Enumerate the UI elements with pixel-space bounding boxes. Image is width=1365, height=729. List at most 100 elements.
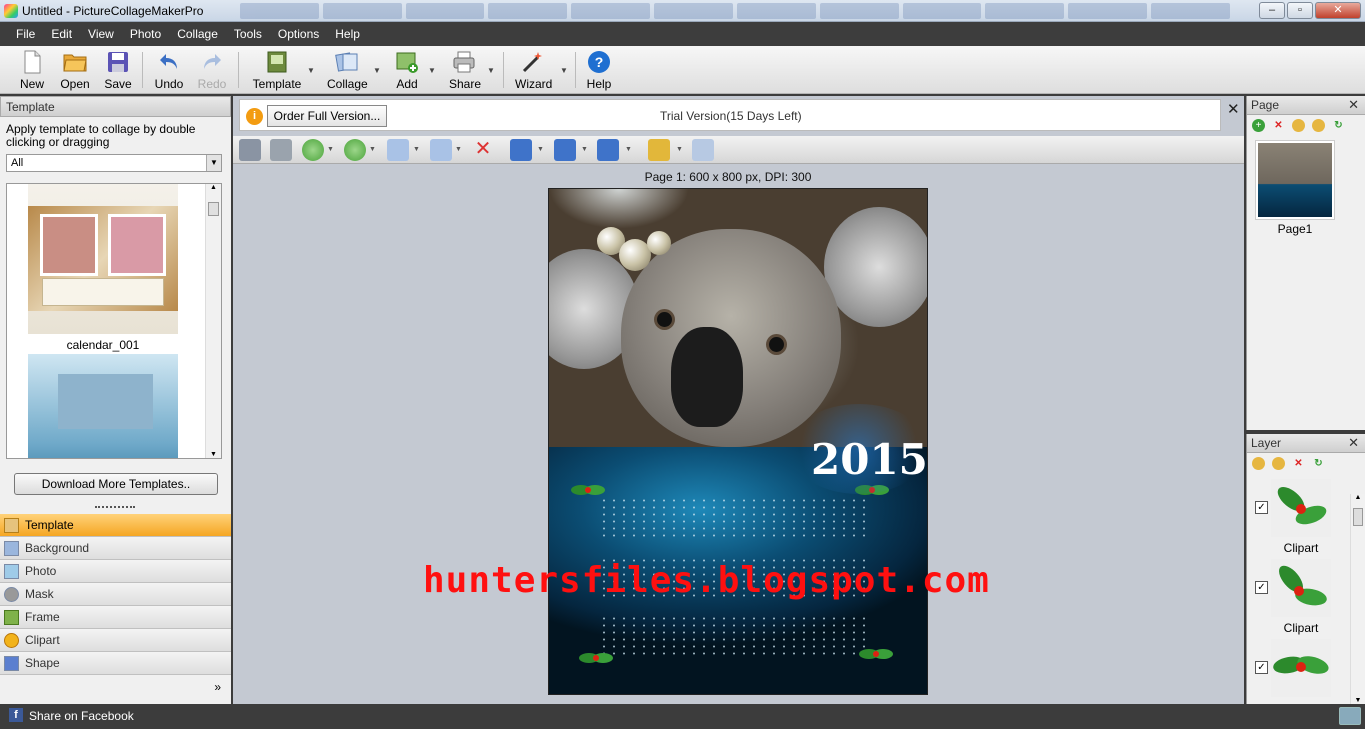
layer-thumbnail[interactable] <box>1271 479 1331 537</box>
layer-visibility-checkbox[interactable]: ✓ <box>1255 501 1268 514</box>
refresh-icon[interactable]: ↻ <box>1332 119 1345 132</box>
chevron-down-icon[interactable]: ▼ <box>327 146 334 153</box>
layer-thumbnail[interactable] <box>1271 559 1331 617</box>
template-item[interactable]: calendar_001 <box>28 184 178 352</box>
share-button[interactable]: Share <box>449 50 481 91</box>
category-clipart[interactable]: Clipart <box>0 629 231 652</box>
facebook-icon[interactable]: f <box>9 708 23 722</box>
properties-icon[interactable] <box>692 139 714 161</box>
undo-button[interactable]: Undo <box>154 50 184 91</box>
chevron-down-icon[interactable]: ▼ <box>537 146 544 153</box>
template-button[interactable]: Template <box>251 50 303 91</box>
save-button[interactable]: Save <box>103 50 133 91</box>
align-left-icon[interactable] <box>554 139 576 161</box>
menu-edit[interactable]: Edit <box>43 27 80 41</box>
more-chevron-icon[interactable]: » <box>214 680 221 694</box>
menu-help[interactable]: Help <box>327 27 368 41</box>
layer-visibility-checkbox[interactable]: ✓ <box>1255 581 1268 594</box>
trial-close-icon[interactable]: ✕ <box>1227 100 1240 118</box>
scroll-down-icon[interactable]: ▼ <box>206 451 221 458</box>
delete-page-icon[interactable]: ✕ <box>1272 119 1285 132</box>
menu-file[interactable]: File <box>8 27 43 41</box>
scroll-down-icon[interactable]: ▼ <box>1351 697 1365 704</box>
scrollbar-thumb[interactable] <box>208 202 219 216</box>
category-photo[interactable]: Photo <box>0 560 231 583</box>
order-full-version-button[interactable]: Order Full Version... <box>267 105 387 127</box>
distribute-icon[interactable] <box>597 139 619 161</box>
add-page-icon[interactable]: + <box>1252 118 1265 132</box>
minimize-button[interactable]: – <box>1259 2 1285 19</box>
chevron-down-icon[interactable]: ▼ <box>413 146 420 153</box>
category-frame[interactable]: Frame <box>0 606 231 629</box>
scrollbar-thumb[interactable] <box>1353 508 1363 526</box>
template-list[interactable]: calendar_001 ▲ ▼ <box>6 183 222 459</box>
share-dropdown-icon[interactable]: ▼ <box>487 66 495 75</box>
category-mask[interactable]: Mask <box>0 583 231 606</box>
category-background[interactable]: Background <box>0 537 231 560</box>
align-center-icon[interactable] <box>510 139 532 161</box>
download-more-templates-button[interactable]: Download More Templates.. <box>14 473 218 495</box>
close-window-button[interactable]: ✕ <box>1315 2 1361 19</box>
chevron-down-icon[interactable]: ▼ <box>369 146 376 153</box>
effects-icon[interactable] <box>648 139 670 161</box>
redo-button[interactable]: Redo <box>197 50 227 91</box>
template-item[interactable] <box>28 354 178 458</box>
page-thumbnail[interactable] <box>1255 140 1335 220</box>
layer-item[interactable]: ✓ Clipart <box>1247 559 1353 637</box>
rotate-right-icon[interactable] <box>387 139 409 161</box>
delete-layer-icon[interactable]: ✕ <box>1292 457 1305 470</box>
chevron-down-icon[interactable]: ▼ <box>206 155 221 171</box>
page-panel-close-icon[interactable]: ✕ <box>1348 97 1359 113</box>
layer-thumbnail[interactable] <box>1271 639 1331 697</box>
template-filter-select[interactable]: All ▼ <box>6 154 222 172</box>
wizard-button[interactable]: Wizard <box>515 50 552 91</box>
new-button[interactable]: New <box>17 50 47 91</box>
collage-canvas[interactable]: 2015 <box>548 188 928 695</box>
template-dropdown-icon[interactable]: ▼ <box>307 66 315 75</box>
maximize-button[interactable]: ▫ <box>1287 2 1313 19</box>
menu-view[interactable]: View <box>80 27 122 41</box>
layer-down-icon[interactable] <box>1272 456 1285 470</box>
wizard-dropdown-icon[interactable]: ▼ <box>560 66 568 75</box>
layer-up-icon[interactable] <box>1252 456 1265 470</box>
monitor-icon[interactable] <box>1339 707 1361 725</box>
menu-tools[interactable]: Tools <box>226 27 270 41</box>
template-thumbnail[interactable] <box>28 184 178 334</box>
crop-icon[interactable] <box>270 139 292 161</box>
move-down-icon[interactable] <box>1312 118 1325 132</box>
template-thumbnail[interactable] <box>28 354 178 458</box>
category-template[interactable]: Template <box>0 514 231 537</box>
collage-dropdown-icon[interactable]: ▼ <box>373 66 381 75</box>
collage-button[interactable]: Collage <box>327 50 368 91</box>
layer-visibility-checkbox[interactable]: ✓ <box>1255 661 1268 674</box>
scroll-up-icon[interactable]: ▲ <box>1351 494 1365 501</box>
move-up-icon[interactable] <box>1292 118 1305 132</box>
chevron-down-icon[interactable]: ▼ <box>581 146 588 153</box>
scroll-up-icon[interactable]: ▲ <box>206 184 221 191</box>
layer-item[interactable]: ✓ Clipart <box>1247 479 1353 557</box>
menu-photo[interactable]: Photo <box>122 27 169 41</box>
bring-forward-icon[interactable] <box>302 139 324 161</box>
template-list-scrollbar[interactable]: ▲ ▼ <box>205 184 221 458</box>
add-dropdown-icon[interactable]: ▼ <box>428 66 436 75</box>
refresh-icon[interactable]: ↻ <box>1312 457 1325 470</box>
chevron-down-icon[interactable]: ▼ <box>676 146 683 153</box>
open-button[interactable]: Open <box>59 50 91 91</box>
send-backward-icon[interactable] <box>344 139 366 161</box>
rotate-left-icon[interactable] <box>430 139 452 161</box>
share-on-facebook-link[interactable]: Share on Facebook <box>29 709 134 723</box>
panel-splitter[interactable] <box>95 506 135 509</box>
layer-item[interactable]: ✓ <box>1247 639 1353 704</box>
help-button[interactable]: ? Help <box>585 50 613 91</box>
menu-options[interactable]: Options <box>270 27 327 41</box>
category-shape[interactable]: Shape <box>0 652 231 675</box>
menu-collage[interactable]: Collage <box>169 27 226 41</box>
layer-list-scrollbar[interactable]: ▲ ▼ <box>1350 494 1365 704</box>
person-icon[interactable] <box>239 139 261 161</box>
chevron-down-icon[interactable]: ▼ <box>455 146 462 153</box>
chevron-down-icon[interactable]: ▼ <box>625 146 632 153</box>
delete-icon[interactable]: ✕ <box>472 139 494 161</box>
add-button[interactable]: Add <box>394 50 420 91</box>
category-overflow[interactable]: » <box>0 676 231 702</box>
layer-panel-close-icon[interactable]: ✕ <box>1348 435 1359 451</box>
